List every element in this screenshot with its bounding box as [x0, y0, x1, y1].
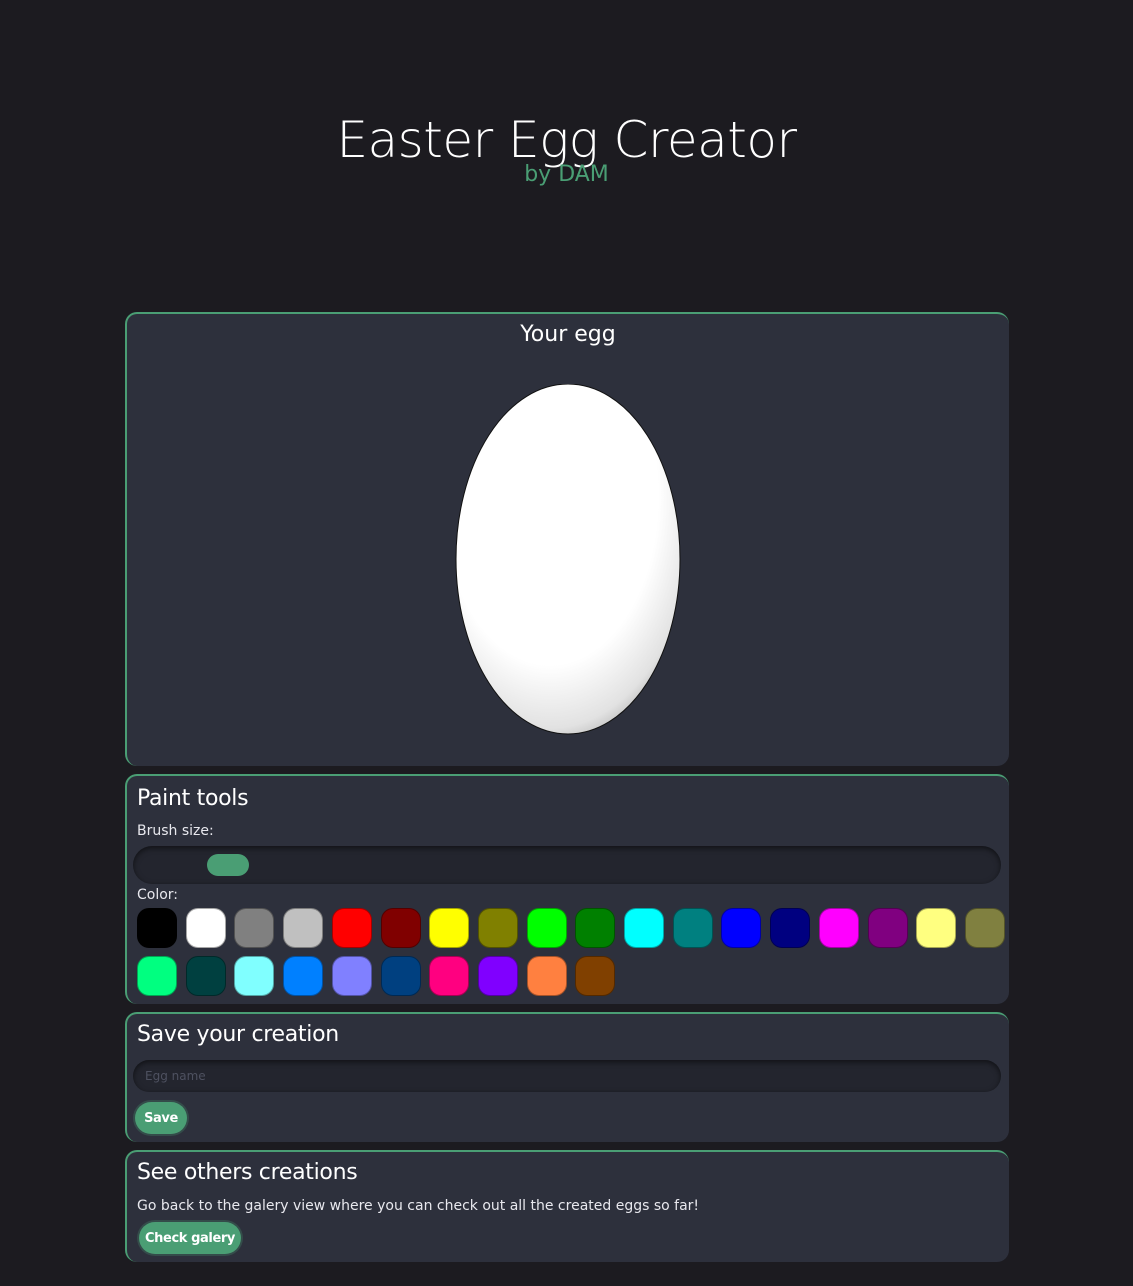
page-header: Easter Egg Creator by DAM — [0, 108, 1133, 186]
color-swatch[interactable] — [381, 908, 421, 948]
color-swatch[interactable] — [819, 908, 859, 948]
color-swatch[interactable] — [624, 908, 664, 948]
gallery-panel: See others creations Go back to the gale… — [125, 1150, 1009, 1262]
color-swatch[interactable] — [137, 956, 177, 996]
gallery-panel-title: See others creations — [137, 1160, 358, 1185]
color-swatch[interactable] — [332, 908, 372, 948]
color-swatch[interactable] — [868, 908, 908, 948]
egg-name-input[interactable] — [133, 1060, 1001, 1092]
color-swatch[interactable] — [721, 908, 761, 948]
color-swatch[interactable] — [283, 956, 323, 996]
color-swatch[interactable] — [575, 956, 615, 996]
color-swatch[interactable] — [527, 956, 567, 996]
color-swatch[interactable] — [770, 908, 810, 948]
color-swatch[interactable] — [283, 908, 323, 948]
egg-panel: Your egg — [125, 312, 1009, 766]
color-swatch[interactable] — [137, 908, 177, 948]
color-swatch[interactable] — [527, 908, 567, 948]
paint-tools-panel: Paint tools Brush size: Color: — [125, 774, 1009, 1004]
color-swatch[interactable] — [916, 908, 956, 948]
paint-tools-title: Paint tools — [137, 786, 249, 811]
color-swatch[interactable] — [186, 956, 226, 996]
color-swatch[interactable] — [186, 908, 226, 948]
color-swatch[interactable] — [478, 908, 518, 948]
save-button[interactable]: Save — [135, 1102, 187, 1134]
egg-canvas[interactable] — [455, 384, 683, 738]
check-galery-button[interactable]: Check galery — [139, 1222, 241, 1254]
page-subtitle: by DAM — [524, 162, 609, 187]
egg-panel-title: Your egg — [520, 322, 616, 347]
color-swatch[interactable] — [332, 956, 372, 996]
color-swatch[interactable] — [429, 956, 469, 996]
brush-size-slider-thumb[interactable] — [207, 854, 249, 876]
color-swatch[interactable] — [429, 908, 469, 948]
color-swatch[interactable] — [234, 956, 274, 996]
egg-shape[interactable] — [455, 384, 681, 735]
color-swatch[interactable] — [381, 956, 421, 996]
color-swatch[interactable] — [965, 908, 1005, 948]
brush-size-slider[interactable] — [133, 846, 1001, 884]
color-swatch[interactable] — [575, 908, 615, 948]
color-swatch[interactable] — [673, 908, 713, 948]
gallery-description: Go back to the galery view where you can… — [137, 1198, 700, 1214]
color-swatch[interactable] — [234, 908, 274, 948]
save-panel: Save your creation Save — [125, 1012, 1009, 1142]
save-panel-title: Save your creation — [137, 1022, 339, 1047]
color-label: Color: — [137, 887, 179, 903]
brush-size-label: Brush size: — [137, 823, 214, 839]
color-swatch[interactable] — [478, 956, 518, 996]
